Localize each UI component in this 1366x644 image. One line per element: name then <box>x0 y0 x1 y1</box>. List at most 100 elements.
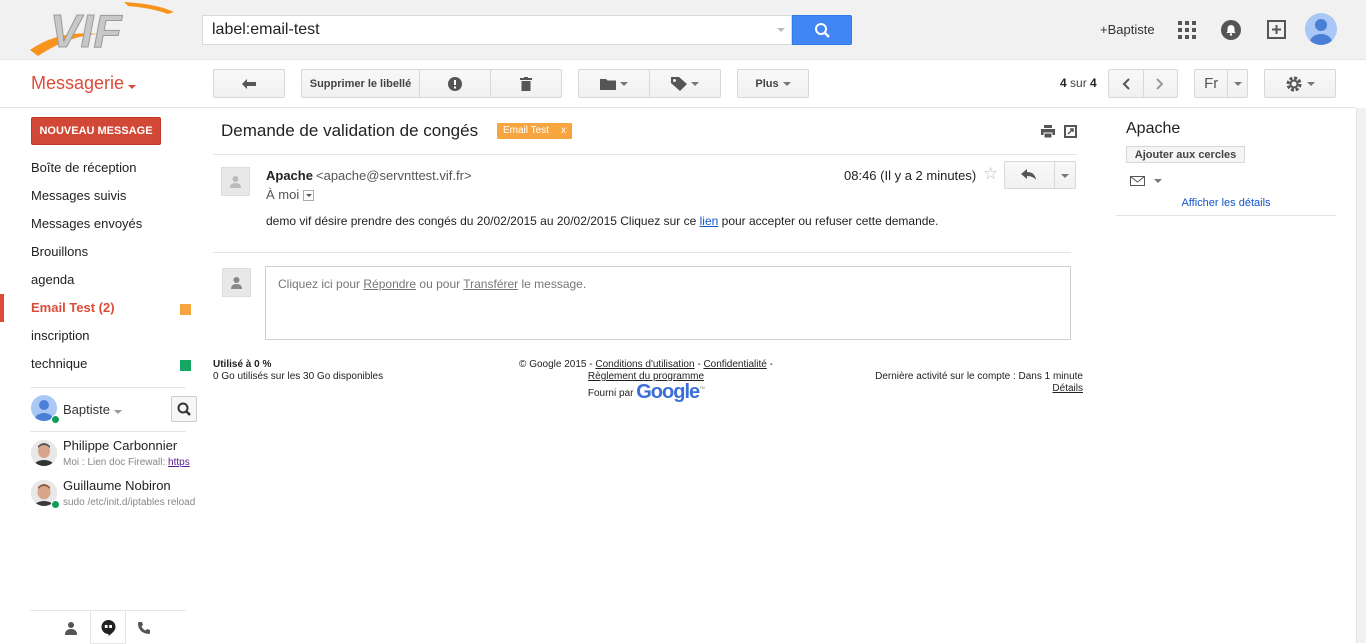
chevron-down-icon <box>691 81 699 86</box>
share-plus-icon[interactable] <box>1266 19 1288 41</box>
chat-bottom-tabs <box>30 610 186 644</box>
label-color-swatch[interactable] <box>180 360 191 371</box>
sidebar-item-label: Boîte de réception <box>31 160 137 175</box>
report-spam-button[interactable] <box>420 70 491 97</box>
print-icon[interactable] <box>1041 125 1055 138</box>
contact-last-message: Moi : Lien doc Firewall: https <box>63 457 197 468</box>
back-to-list-button[interactable] <box>213 69 285 98</box>
compose-button[interactable]: NOUVEAU MESSAGE <box>31 117 161 145</box>
newer-button[interactable] <box>1109 70 1144 97</box>
sidebar-item-technique[interactable]: technique <box>31 356 196 376</box>
delete-button[interactable] <box>491 70 561 97</box>
chevron-down-icon <box>1307 81 1315 86</box>
folder-icon <box>600 78 616 90</box>
active-item-indicator <box>0 294 4 322</box>
last-activity-text: Dernière activité sur le compte : Dans 1… <box>875 371 1083 382</box>
sidebar-item-inscription[interactable]: inscription <box>31 328 196 348</box>
quick-reply-box[interactable]: Cliquez ici pour Répondre ou pour Transf… <box>265 266 1071 340</box>
sidebar-item-agenda[interactable]: agenda <box>31 272 196 292</box>
chevron-left-icon <box>1122 77 1130 90</box>
input-language-dropdown[interactable] <box>1228 70 1247 97</box>
older-button[interactable] <box>1144 70 1178 97</box>
gear-icon <box>1286 76 1302 91</box>
more-label: Plus <box>755 77 779 90</box>
pager-current: 4 <box>1060 76 1067 90</box>
account-link[interactable]: +Baptiste <box>1100 22 1155 37</box>
chat-search-button[interactable] <box>171 396 197 422</box>
sidebar-item-inbox[interactable]: Boîte de réception <box>31 160 196 180</box>
search-icon <box>815 23 830 38</box>
remove-label-button[interactable]: Supprimer le libellé <box>302 70 420 97</box>
terms-link[interactable]: Conditions d'utilisation <box>595 359 694 370</box>
accept-refuse-link[interactable]: lien <box>700 214 719 228</box>
email-icon[interactable] <box>1130 176 1145 186</box>
scrollbar[interactable] <box>1356 108 1366 643</box>
open-new-window-icon[interactable] <box>1064 125 1077 138</box>
search-options-caret-icon[interactable] <box>777 28 785 32</box>
search-query: label:email-test <box>212 21 320 38</box>
pager-count: 4 sur 4 <box>1060 76 1097 90</box>
move-label-group <box>578 69 721 98</box>
hangouts-tab[interactable] <box>90 611 126 644</box>
chat-self-name: Baptiste <box>63 402 110 417</box>
sender-name[interactable]: Apache <box>266 168 313 183</box>
notifications-icon[interactable] <box>1221 20 1241 40</box>
more-button[interactable]: Plus <box>737 69 809 98</box>
storage-usage: Utilisé à 0 % 0 Go utilisés sur les 30 G… <box>213 359 383 383</box>
contact-avatar[interactable] <box>31 440 57 466</box>
labels-button[interactable] <box>650 70 720 97</box>
message-subject: Demande de validation de congés <box>221 121 479 140</box>
activity-details-link[interactable]: Détails <box>1052 383 1083 394</box>
input-tools-group: Fr <box>1194 69 1248 98</box>
contact-name[interactable]: Guillaume Nobiron <box>63 478 171 493</box>
app-switcher[interactable]: Messagerie <box>31 73 137 94</box>
search-button[interactable] <box>792 15 852 45</box>
reply-prompt-mid: ou pour <box>416 277 464 291</box>
sidebar-item-sent[interactable]: Messages envoyés <box>31 216 196 236</box>
account-avatar[interactable] <box>1305 13 1337 45</box>
label-chip-email-test[interactable]: Email Test x <box>497 123 572 139</box>
sidebar-item-drafts[interactable]: Brouillons <box>31 244 196 264</box>
powered-by: Fourni par <box>587 387 634 399</box>
remove-label-close-icon[interactable]: x <box>561 125 566 136</box>
move-to-button[interactable] <box>579 70 650 97</box>
sidebar-item-email-test[interactable]: Email Test (2) <box>31 300 196 320</box>
reply-icon[interactable] <box>1021 169 1037 181</box>
contact-last-message: sudo /etc/init.d/iptables reload <box>63 497 196 508</box>
label-chip-text: Email Test <box>503 125 549 136</box>
person-icon[interactable] <box>64 621 78 635</box>
message-body-text-end: pour accepter ou refuser cette demande. <box>718 214 939 228</box>
email-options-chevron-down-icon[interactable] <box>1154 179 1162 183</box>
footer-sep: - <box>766 359 773 370</box>
footer-links: © Google 2015 - Conditions d'utilisation… <box>496 359 796 402</box>
search-input[interactable]: label:email-test <box>202 15 792 45</box>
chat-self-status[interactable]: Baptiste <box>63 402 122 417</box>
brand-label: Messagerie <box>31 73 125 93</box>
copyright: © Google 2015 - <box>519 359 596 370</box>
sidebar-item-starred[interactable]: Messages suivis <box>31 188 196 208</box>
apps-grid-icon[interactable] <box>1178 21 1196 39</box>
forward-link[interactable]: Transférer <box>463 277 518 291</box>
google-logo[interactable]: Google™ <box>636 380 705 403</box>
vif-logo[interactable]: VIF <box>28 0 178 60</box>
phone-icon[interactable] <box>137 621 151 635</box>
show-details-caret-icon[interactable] <box>302 190 314 202</box>
label-color-swatch[interactable] <box>180 304 191 315</box>
reply-link[interactable]: Répondre <box>363 277 416 291</box>
last-activity: Dernière activité sur le compte : Dans 1… <box>820 371 1083 395</box>
recipient-line[interactable]: À moi <box>266 187 314 202</box>
star-icon[interactable]: ☆ <box>983 164 998 184</box>
chevron-down-icon <box>128 85 137 89</box>
remove-label-text: Supprimer le libellé <box>309 77 412 90</box>
contact-message-link[interactable]: https <box>168 457 190 468</box>
add-to-circles-button[interactable]: Ajouter aux cercles <box>1126 146 1245 163</box>
show-details-link[interactable]: Afficher les détails <box>1116 197 1336 209</box>
sender-avatar[interactable] <box>221 167 250 196</box>
privacy-link[interactable]: Confidentialité <box>703 359 766 370</box>
input-language-button[interactable]: Fr <box>1195 70 1229 97</box>
settings-button[interactable] <box>1264 69 1336 98</box>
chevron-down-icon <box>620 81 628 86</box>
more-actions-chevron-down-icon[interactable] <box>1061 174 1069 178</box>
contact-name[interactable]: Philippe Carbonnier <box>63 438 177 453</box>
google-logo-text: Google <box>636 380 700 403</box>
